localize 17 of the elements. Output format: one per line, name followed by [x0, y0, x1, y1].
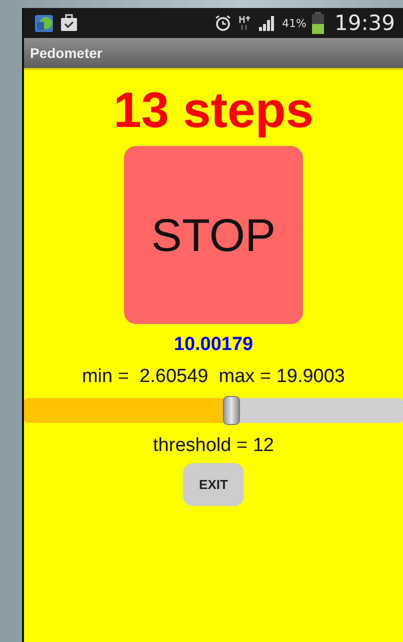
step-count: 13 steps	[113, 82, 314, 138]
reading-value: 10.00179	[174, 334, 254, 356]
battery-percent: 41%	[282, 16, 306, 30]
slider-thumb[interactable]	[223, 396, 240, 425]
window-title: Pedometer	[30, 45, 102, 61]
battery-icon	[312, 12, 324, 34]
clock-time: 19:39	[334, 11, 395, 35]
exit-button[interactable]: EXIT	[183, 463, 244, 506]
signal-icon	[258, 15, 276, 31]
network-type-icon	[238, 14, 252, 32]
alarm-clock-icon	[214, 14, 232, 32]
app-icon	[34, 13, 54, 33]
threshold-slider[interactable]	[24, 398, 403, 423]
threshold-text: threshold = 12	[153, 435, 274, 457]
range-text: min = 2.60549 max = 19.9003	[82, 366, 345, 388]
stop-button[interactable]: STOP	[124, 146, 303, 324]
clipboard-check-icon	[60, 14, 78, 32]
